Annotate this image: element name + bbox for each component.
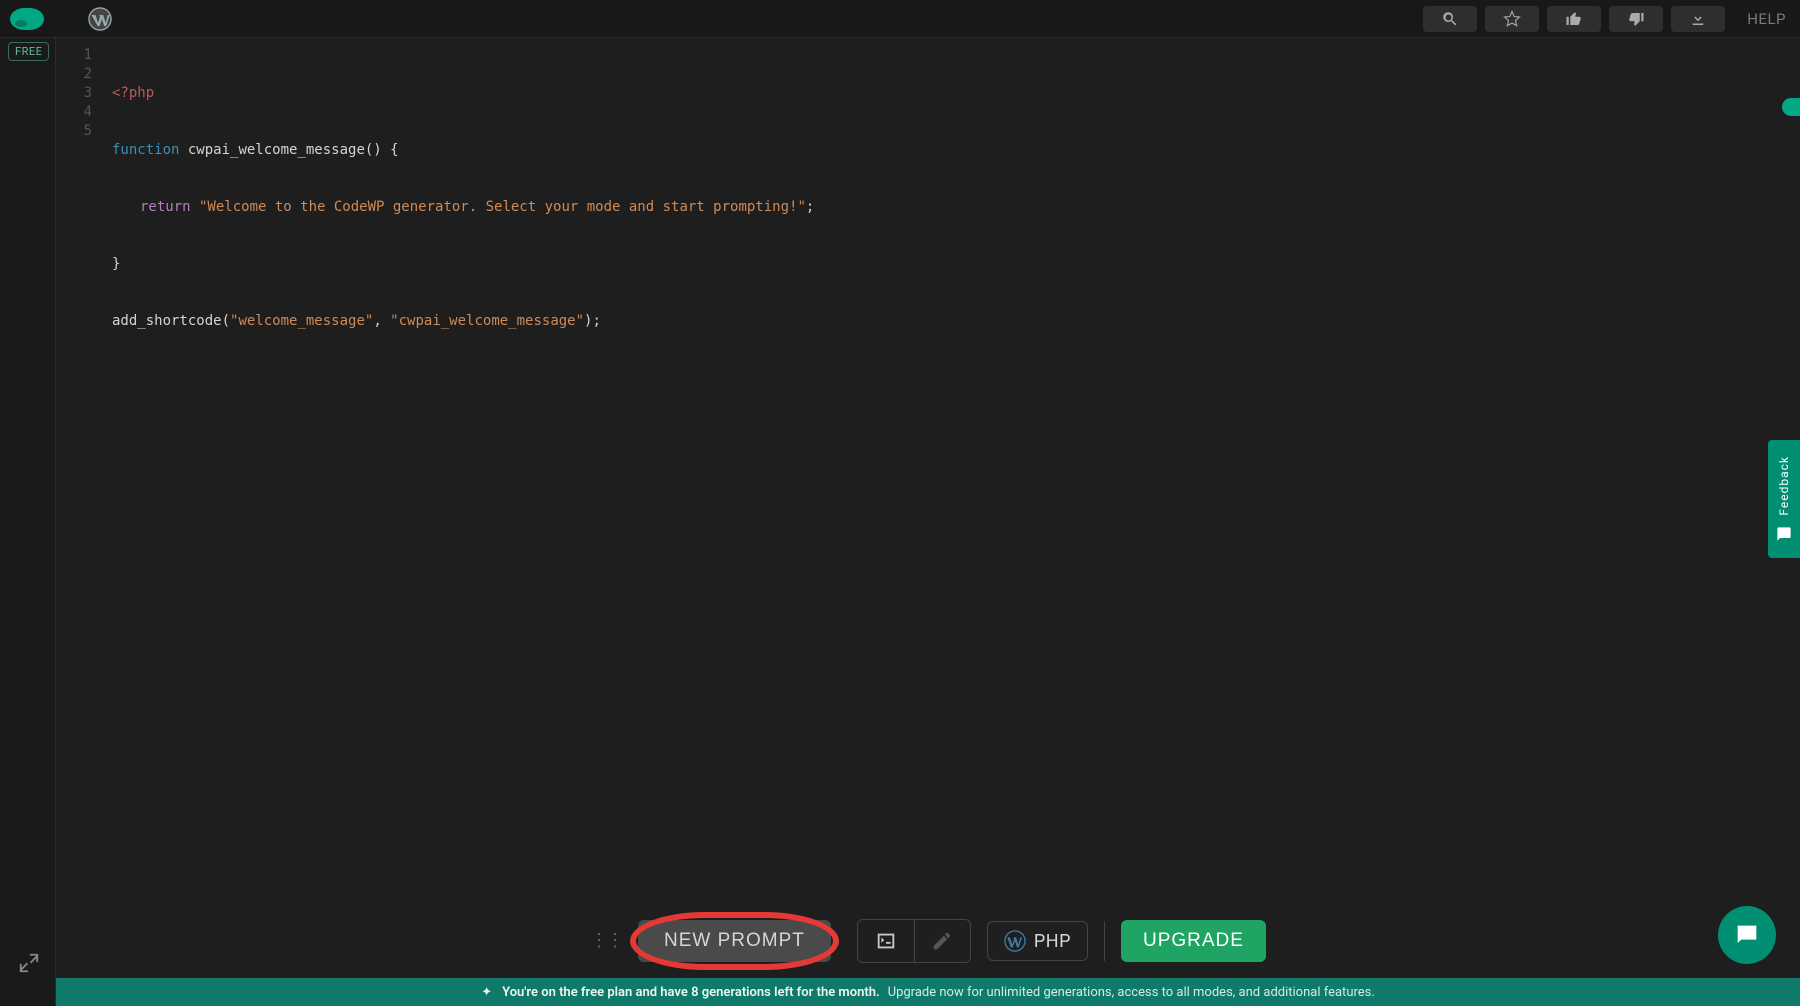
- right-panel-toggle[interactable]: [1782, 98, 1800, 116]
- wordpress-icon: [1004, 930, 1026, 952]
- line-number: 3: [56, 84, 92, 103]
- code-token: "cwpai_welcome_message": [390, 313, 584, 329]
- code-token: );: [584, 313, 601, 329]
- left-rail: [0, 38, 56, 1006]
- feedback-tab[interactable]: Feedback: [1768, 440, 1800, 558]
- language-chip[interactable]: PHP: [987, 921, 1088, 961]
- search-button[interactable]: [1423, 6, 1477, 32]
- code-token: return: [140, 199, 191, 215]
- terminal-icon: [875, 930, 897, 952]
- edit-mode-button[interactable]: [914, 920, 970, 962]
- code-token: "welcome_message": [230, 313, 373, 329]
- mode-toggle-group: [857, 919, 971, 963]
- code-token: cwpai_welcome_message() {: [179, 142, 398, 158]
- line-number: 5: [56, 122, 92, 141]
- line-number: 1: [56, 46, 92, 65]
- top-bar: HELP: [0, 0, 1800, 38]
- code-token: ,: [373, 313, 390, 329]
- code-token: }: [112, 256, 120, 272]
- chat-icon: [1733, 921, 1761, 949]
- banner-primary-text: You're on the free plan and have 8 gener…: [502, 985, 880, 1000]
- upgrade-button[interactable]: UPGRADE: [1121, 920, 1266, 962]
- code-content[interactable]: <?php function cwpai_welcome_message() {…: [112, 46, 1790, 369]
- bottom-toolbar: ⋮⋮ NEW PROMPT PHP UPGRADE: [56, 904, 1800, 978]
- terminal-mode-button[interactable]: [858, 920, 914, 962]
- upgrade-banner: ✦ You're on the free plan and have 8 gen…: [56, 978, 1800, 1006]
- thumbs-up-button[interactable]: [1547, 6, 1601, 32]
- drag-handle-icon[interactable]: ⋮⋮: [590, 937, 622, 945]
- code-token: <?php: [112, 85, 154, 101]
- code-editor[interactable]: 1 2 3 4 5 <?php function cwpai_welcome_m…: [56, 38, 1800, 1006]
- chat-fab[interactable]: [1718, 906, 1776, 964]
- star-button[interactable]: [1485, 6, 1539, 32]
- banner-secondary-text[interactable]: Upgrade now for unlimited generations, a…: [888, 985, 1375, 1000]
- new-prompt-button[interactable]: NEW PROMPT: [638, 920, 831, 962]
- help-link[interactable]: HELP: [1747, 10, 1786, 28]
- sparkle-icon: ✦: [481, 985, 492, 1000]
- download-button[interactable]: [1671, 6, 1725, 32]
- brand-logo-icon[interactable]: [10, 8, 44, 30]
- code-token: "Welcome to the CodeWP generator. Select…: [191, 199, 806, 215]
- wordpress-logo-icon[interactable]: [88, 7, 112, 31]
- expand-icon[interactable]: [18, 952, 40, 974]
- line-gutter: 1 2 3 4 5: [56, 46, 106, 141]
- line-number: 4: [56, 103, 92, 122]
- pencil-icon: [931, 930, 953, 952]
- feedback-label: Feedback: [1777, 456, 1791, 516]
- separator: [1104, 921, 1105, 961]
- language-label: PHP: [1034, 931, 1071, 952]
- line-number: 2: [56, 65, 92, 84]
- plan-free-badge: FREE: [8, 42, 49, 61]
- code-token: ;: [806, 199, 814, 215]
- highlight-ring: NEW PROMPT: [628, 910, 841, 972]
- code-token: function: [112, 142, 179, 158]
- bottom-toolbar-inner: ⋮⋮ NEW PROMPT PHP UPGRADE: [582, 904, 1274, 978]
- thumbs-down-button[interactable]: [1609, 6, 1663, 32]
- feedback-icon: [1776, 526, 1792, 542]
- code-token: add_shortcode(: [112, 313, 230, 329]
